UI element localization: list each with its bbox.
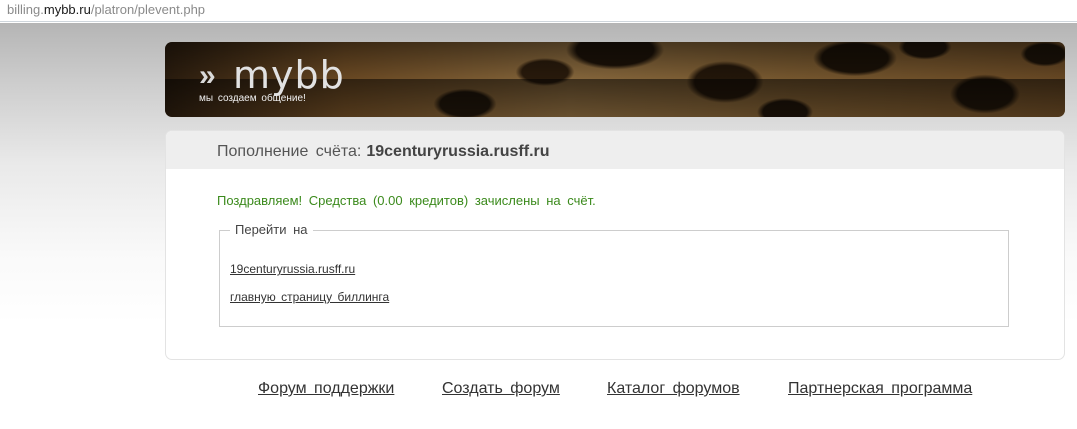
footer-link-forum-catalog[interactable]: Каталог форумов: [607, 380, 740, 398]
url-path: /platron/plevent.php: [90, 2, 206, 17]
url-prefix: billing.: [7, 2, 44, 17]
billing-panel: Пополнение счёта: 19centuryrussia.rusff.r…: [165, 130, 1065, 360]
billing-home-link[interactable]: главную страницу биллинга: [230, 290, 389, 304]
panel-header: Пополнение счёта: 19centuryrussia.rusff.r…: [166, 131, 1064, 169]
footer-link-create-forum[interactable]: Создать форум: [442, 380, 560, 398]
forum-link[interactable]: 19centuryrussia.rusff.ru: [230, 262, 355, 276]
logo-tagline: мы создаем общение!: [199, 93, 306, 104]
address-bar[interactable]: billing.mybb.ru/platron/plevent.php: [0, 0, 1077, 22]
panel-title-domain: 19centuryrussia.rusff.ru: [366, 143, 550, 160]
url-host: mybb.ru: [43, 2, 91, 17]
page-body: » mybb мы создаем общение! Пополнение сч…: [0, 23, 1077, 429]
success-message: Поздравляем! Средства (0.00 кредитов) за…: [217, 193, 596, 208]
logo-arrows-icon: »: [199, 59, 216, 92]
panel-title-label: Пополнение счёта:: [217, 143, 362, 160]
mybb-banner: » mybb мы создаем общение!: [165, 42, 1065, 117]
goto-legend: Перейти на: [230, 222, 313, 238]
footer-link-partner-program[interactable]: Партнерская программа: [788, 380, 972, 398]
footer-link-support-forum[interactable]: Форум поддержки: [258, 380, 394, 398]
logo-word: mybb: [233, 53, 345, 97]
goto-fieldset: Перейти на 19centuryrussia.rusff.ru глав…: [219, 222, 1009, 327]
